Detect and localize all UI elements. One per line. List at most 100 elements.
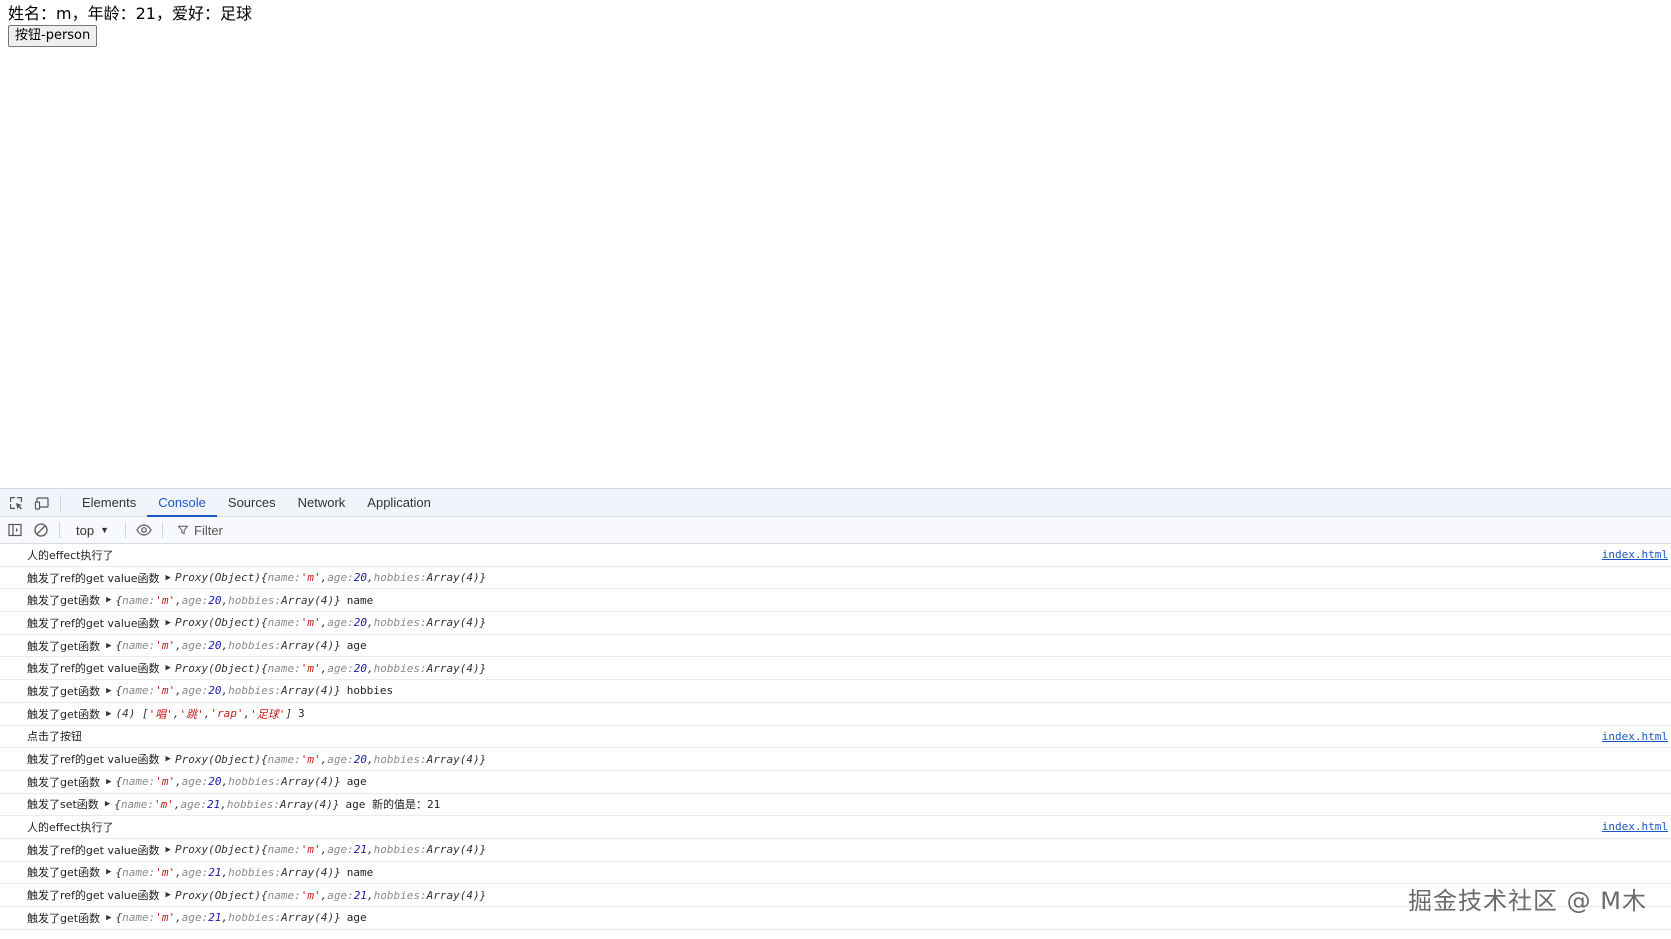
obj-string: 'm'	[153, 797, 174, 811]
expand-triangle-icon[interactable]: ▶	[106, 686, 111, 696]
obj-comma: ,	[367, 571, 374, 585]
expand-triangle-icon[interactable]: ▶	[106, 777, 111, 787]
expand-triangle-icon[interactable]: ▶	[166, 754, 171, 764]
expand-triangle-icon[interactable]: ▶	[166, 573, 171, 583]
expand-triangle-icon[interactable]: ▶	[166, 663, 171, 673]
array-comma: ,	[203, 707, 211, 721]
console-row: 触发了get函数 ▶ {name: 'm', age: 20, hobbies: A…	[0, 771, 1671, 794]
obj-key: age:	[181, 593, 209, 607]
obj-brace: {	[261, 843, 268, 857]
obj-string: 'm'	[300, 661, 321, 675]
obj-comma: ,	[221, 775, 229, 789]
filter-placeholder: Filter	[194, 522, 223, 538]
proxy-label: Proxy(Object)	[174, 571, 262, 585]
obj-key: hobbies:	[228, 639, 282, 653]
obj-comma: ,	[320, 571, 328, 585]
obj-brace: }	[479, 616, 487, 630]
console-toolbar: top ▼ Filter	[0, 517, 1671, 544]
proxy-label: Proxy(Object)	[174, 661, 262, 675]
obj-key: age:	[181, 639, 209, 653]
clear-console-icon[interactable]	[33, 522, 49, 538]
console-message: 触发了ref的get value函数	[27, 843, 160, 857]
obj-brace: }	[334, 639, 341, 653]
obj-brace: {	[261, 571, 268, 585]
tab-elements[interactable]: Elements	[71, 489, 147, 516]
filter-input[interactable]: Filter	[173, 523, 223, 538]
tab-console[interactable]: Console	[147, 489, 217, 517]
console-message: 触发了get函数	[27, 866, 101, 880]
expand-triangle-icon[interactable]: ▶	[106, 709, 111, 719]
tab-sources[interactable]: Sources	[217, 489, 287, 516]
source-link[interactable]: index.html	[1602, 820, 1668, 833]
array-comma: ,	[243, 707, 251, 721]
obj-comma: ,	[367, 752, 374, 766]
obj-number: 20	[353, 752, 368, 766]
console-row: 触发了ref的get value函数 ▶ Proxy(Object) {name: …	[0, 748, 1671, 771]
source-link[interactable]: index.html	[1602, 548, 1668, 561]
obj-brace: }	[334, 593, 341, 607]
obj-key: name:	[122, 684, 156, 698]
obj-comma: ,	[221, 593, 229, 607]
devtools-panel: Elements Console Sources Network Applica…	[0, 488, 1671, 939]
obj-brace: }	[332, 797, 340, 811]
obj-brace: {	[115, 775, 123, 789]
obj-string: 'm'	[300, 843, 321, 857]
obj-number: 20	[208, 593, 222, 607]
obj-key: age:	[327, 571, 354, 585]
obj-brace: }	[479, 752, 487, 766]
console-row: 触发了ref的get value函数 ▶ Proxy(Object) {name: …	[0, 567, 1671, 590]
obj-key: name:	[122, 865, 156, 879]
console-message: 人的effect执行了	[27, 821, 114, 835]
inspect-element-icon[interactable]	[8, 495, 24, 511]
toolbar-divider	[162, 522, 163, 538]
toolbar-divider	[59, 522, 60, 538]
console-message: 触发了get函数	[27, 594, 101, 608]
console-message: 触发了get函数	[27, 684, 101, 698]
expand-triangle-icon[interactable]: ▶	[166, 618, 171, 628]
sidebar-toggle-icon[interactable]	[7, 522, 23, 538]
expand-triangle-icon[interactable]: ▶	[106, 595, 111, 605]
obj-array: Array(4)	[281, 865, 335, 879]
obj-brace: {	[261, 888, 268, 902]
expand-triangle-icon[interactable]: ▶	[106, 913, 111, 923]
expand-triangle-icon[interactable]: ▶	[166, 845, 171, 855]
tab-network[interactable]: Network	[287, 489, 357, 516]
device-toolbar-icon[interactable]	[34, 495, 50, 511]
obj-array: Array(4)	[426, 888, 480, 902]
obj-key: name:	[122, 775, 156, 789]
obj-key: hobbies:	[373, 752, 427, 766]
obj-number: 21	[208, 911, 222, 925]
obj-key: hobbies:	[228, 865, 282, 879]
expand-triangle-icon[interactable]: ▶	[106, 641, 111, 651]
console-messages: 人的effect执行了 index.html 触发了ref的get value函数 ▶…	[0, 544, 1671, 930]
obj-array: Array(4)	[426, 752, 480, 766]
devtools-tabbar: Elements Console Sources Network Applica…	[0, 489, 1671, 517]
context-selector[interactable]: top ▼	[70, 523, 115, 538]
person-button[interactable]: 按钮-person	[8, 25, 98, 47]
obj-brace: }	[334, 865, 341, 879]
obj-comma: ,	[221, 639, 229, 653]
console-row: 点击了按钮 index.html	[0, 726, 1671, 749]
obj-key: name:	[120, 797, 154, 811]
expand-triangle-icon[interactable]: ▶	[105, 799, 110, 809]
obj-brace: }	[479, 661, 487, 675]
obj-comma: ,	[175, 684, 182, 698]
obj-key: hobbies:	[373, 843, 427, 857]
eye-icon[interactable]	[136, 522, 152, 538]
obj-key: age:	[181, 865, 209, 879]
obj-key: hobbies:	[373, 888, 427, 902]
obj-array: Array(4)	[281, 684, 335, 698]
expand-triangle-icon[interactable]: ▶	[106, 867, 111, 877]
obj-key: hobbies:	[228, 684, 282, 698]
obj-brace: }	[334, 684, 341, 698]
obj-key: name:	[267, 616, 301, 630]
obj-comma: ,	[320, 888, 328, 902]
expand-triangle-icon[interactable]: ▶	[166, 890, 171, 900]
obj-key: age:	[327, 752, 354, 766]
source-link[interactable]: index.html	[1602, 730, 1668, 743]
tab-application[interactable]: Application	[356, 489, 442, 516]
console-suffix: age	[346, 775, 367, 789]
obj-array: Array(4)	[279, 797, 333, 811]
obj-comma: ,	[367, 661, 374, 675]
obj-number: 20	[208, 684, 222, 698]
